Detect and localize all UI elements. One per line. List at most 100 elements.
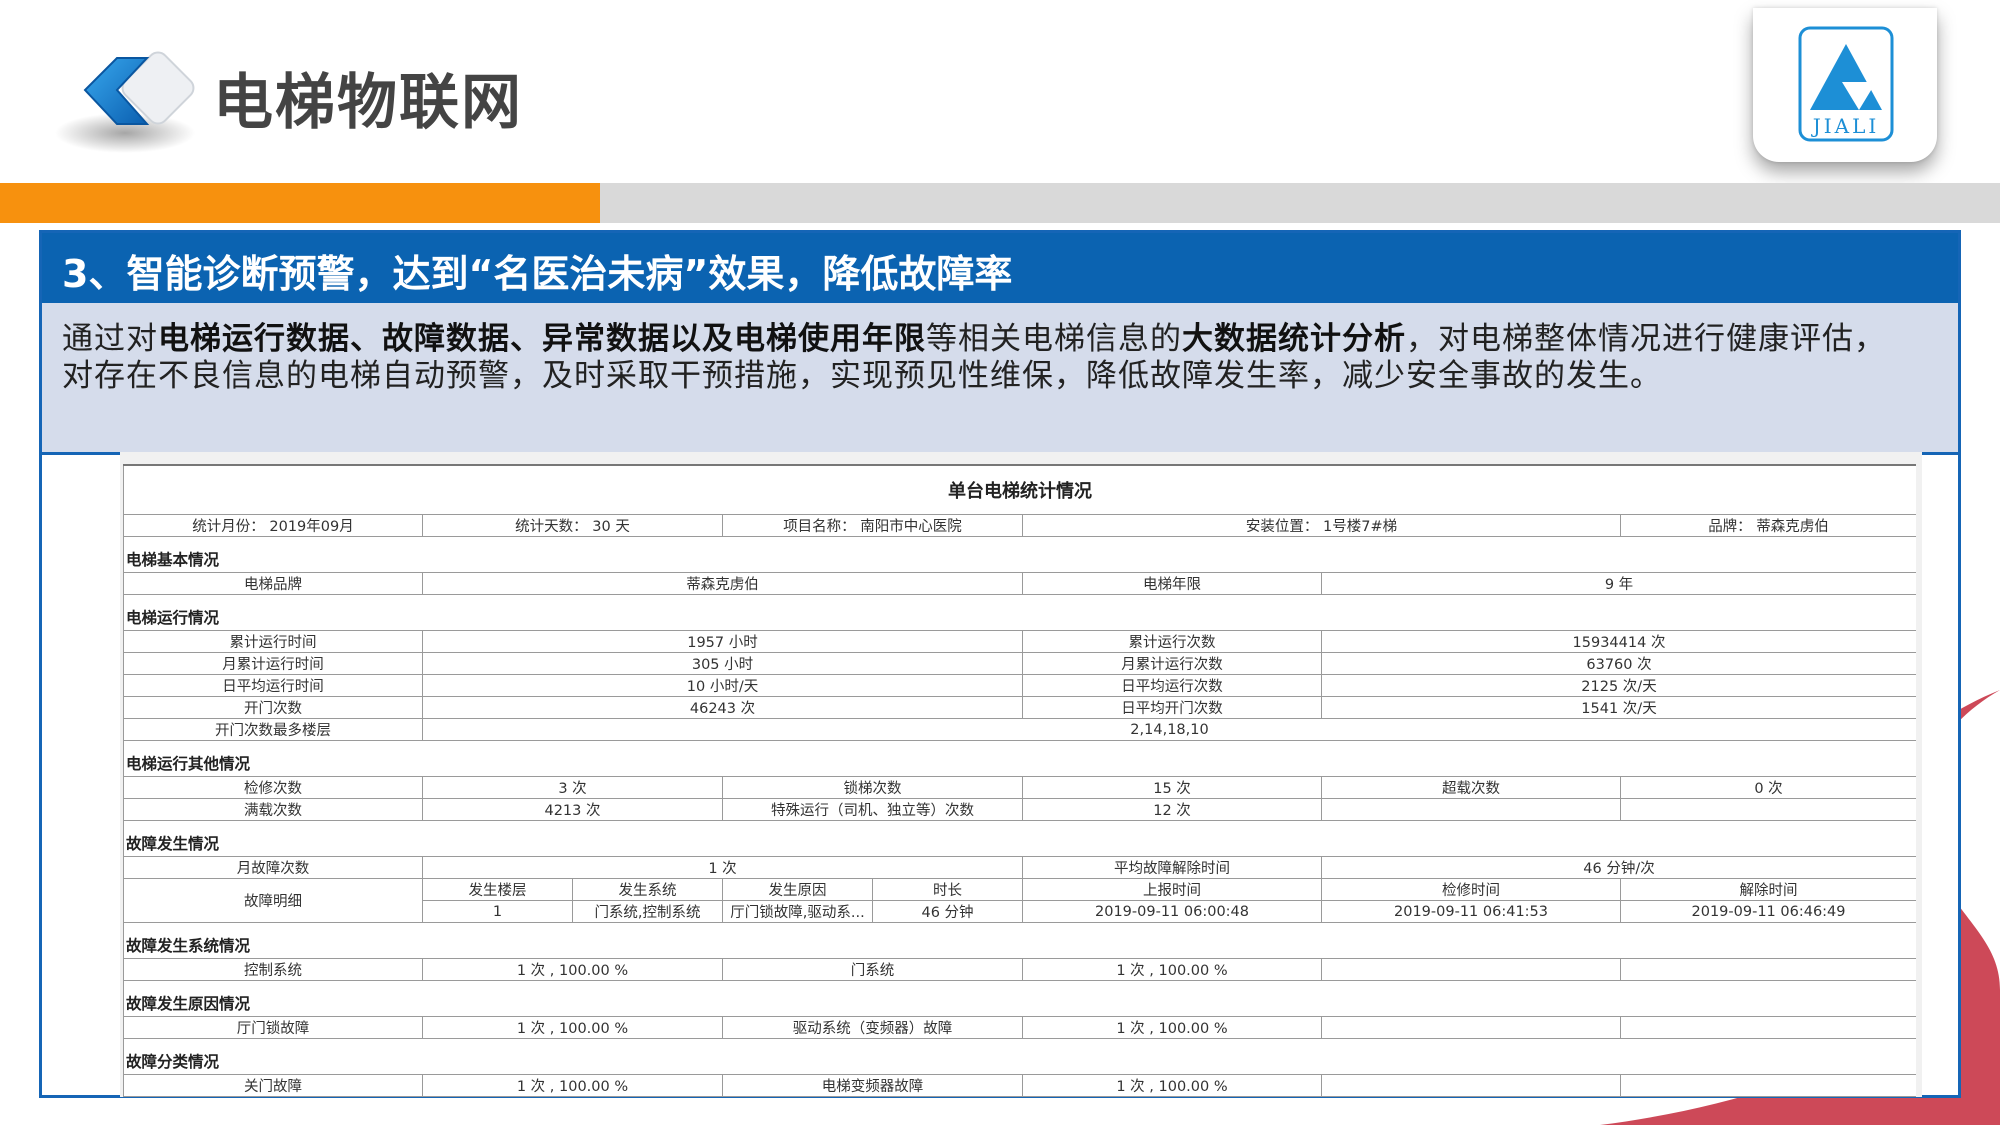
cell-label: 关门故障 [123, 1074, 423, 1097]
desc-bold: 电梯运行数据、故障数据、异常数据以及电梯使用年限 [158, 321, 926, 357]
meta-project: 项目名称： 南阳市中心医院 [722, 514, 1023, 537]
meta-month: 统计月份： 2019年09月 [123, 514, 423, 537]
cell-value: 9 年 [1321, 572, 1916, 595]
cell-label: 门系统 [722, 958, 1023, 981]
cell-label: 日平均运行次数 [1022, 674, 1322, 697]
report-screenshot: 单台电梯统计情况 统计月份： 2019年09月 统计天数： 30 天 项目名称：… [120, 452, 1922, 1097]
statistics-table: 单台电梯统计情况 统计月份： 2019年09月 统计天数： 30 天 项目名称：… [123, 464, 1916, 1097]
desc-text: 等相关电梯信息的 [926, 321, 1182, 357]
cell-value: 0 次 [1620, 776, 1916, 799]
cell-value: 1957 小时 [422, 630, 1023, 653]
section-heading: 故障发生系统情况 [123, 922, 1916, 959]
cell-value: 2019-09-11 06:41:53 [1321, 900, 1621, 923]
report-panel: 单台电梯统计情况 统计月份： 2019年09月 统计天数： 30 天 项目名称：… [123, 464, 1916, 1097]
cell-value: 1 [422, 900, 573, 923]
table-row: 累计运行时间 1957 小时 累计运行次数 15934414 次 [123, 630, 1916, 653]
cell-label: 故障明细 [123, 878, 423, 923]
meta-row: 统计月份： 2019年09月 统计天数： 30 天 项目名称： 南阳市中心医院 … [123, 514, 1916, 537]
column-header: 检修时间 [1321, 878, 1621, 901]
cell-label: 日平均开门次数 [1022, 696, 1322, 719]
cell-value: 1 次 , 100.00 % [422, 958, 723, 981]
jiali-logo: JIALI [1798, 26, 1894, 144]
desc-bold: 大数据统计分析 [1182, 321, 1406, 357]
section-heading: 故障发生原因情况 [123, 980, 1916, 1017]
section-heading: 电梯基本情况 [123, 536, 1916, 573]
section-heading: 故障分类情况 [123, 1038, 1916, 1075]
cell-value: 1 次 , 100.00 % [1022, 1074, 1322, 1097]
cell-value: 1 次 , 100.00 % [422, 1074, 723, 1097]
cell-label: 日平均运行时间 [123, 674, 423, 697]
cell-value: 2,14,18,10 [422, 718, 1916, 741]
table-row: 关门故障 1 次 , 100.00 % 电梯变频器故障 1 次 , 100.00… [123, 1074, 1916, 1097]
cell-empty [1321, 1016, 1621, 1039]
cell-empty [1620, 958, 1916, 981]
meta-brand: 品牌： 蒂森克虏伯 [1620, 514, 1916, 537]
cell-value: 305 小时 [422, 652, 1023, 675]
cell-label: 月累计运行次数 [1022, 652, 1322, 675]
cell-label: 开门次数 [123, 696, 423, 719]
cell-label: 检修次数 [123, 776, 423, 799]
table-row: 开门次数最多楼层 2,14,18,10 [123, 718, 1916, 741]
cell-label: 满载次数 [123, 798, 423, 821]
cell-value: 1 次 , 100.00 % [1022, 958, 1322, 981]
table-row: 故障明细 发生楼层 发生系统 发生原因 时长 上报时间 检修时间 解除时间 [123, 878, 1916, 923]
column-header: 上报时间 [1022, 878, 1322, 901]
cell-value: 2125 次/天 [1321, 674, 1916, 697]
cell-empty [1620, 1016, 1916, 1039]
cell-value: 15 次 [1022, 776, 1322, 799]
table-row: 检修次数 3 次 锁梯次数 15 次 超载次数 0 次 [123, 776, 1916, 799]
table-row: 控制系统 1 次 , 100.00 % 门系统 1 次 , 100.00 % [123, 958, 1916, 981]
cell-value: 厅门锁故障,驱动系... [722, 900, 873, 923]
meta-days: 统计天数： 30 天 [422, 514, 723, 537]
section-title: 3、智能诊断预警，达到“名医治未病”效果，降低故障率 [62, 252, 1013, 296]
table-row: 月累计运行时间 305 小时 月累计运行次数 63760 次 [123, 652, 1916, 675]
cell-value: 63760 次 [1321, 652, 1916, 675]
progress-fill [0, 183, 600, 223]
cell-value: 4213 次 [422, 798, 723, 821]
table-row: 开门次数 46243 次 日平均开门次数 1541 次/天 [123, 696, 1916, 719]
cell-label: 超载次数 [1321, 776, 1621, 799]
brand-card: JIALI [1753, 8, 1937, 162]
chevron-diamond-icon [55, 38, 215, 158]
table-row: 日平均运行时间 10 小时/天 日平均运行次数 2125 次/天 [123, 674, 1916, 697]
cell-value: 12 次 [1022, 798, 1322, 821]
report-title: 单台电梯统计情况 [123, 464, 1916, 515]
page-title: 电梯物联网 [213, 68, 523, 138]
cell-value: 门系统,控制系统 [572, 900, 723, 923]
cell-value: 1 次 , 100.00 % [422, 1016, 723, 1039]
desc-text: 通过对 [62, 321, 158, 357]
cell-label: 锁梯次数 [722, 776, 1023, 799]
cell-label: 厅门锁故障 [123, 1016, 423, 1039]
section-description: 通过对电梯运行数据、故障数据、异常数据以及电梯使用年限等相关电梯信息的大数据统计… [42, 303, 1958, 455]
cell-empty [1321, 1074, 1621, 1097]
cell-value: 10 小时/天 [422, 674, 1023, 697]
cell-empty [1620, 1074, 1916, 1097]
section-heading: 电梯运行情况 [123, 594, 1916, 631]
table-row: 厅门锁故障 1 次 , 100.00 % 驱动系统（变频器）故障 1 次 , 1… [123, 1016, 1916, 1039]
cell-empty [1321, 798, 1621, 821]
section-heading: 故障发生情况 [123, 820, 1916, 857]
cell-label: 驱动系统（变频器）故障 [722, 1016, 1023, 1039]
cell-label: 月故障次数 [123, 856, 423, 879]
cell-label: 月累计运行时间 [123, 652, 423, 675]
table-row: 月故障次数 1 次 平均故障解除时间 46 分钟/次 [123, 856, 1916, 879]
table-row: 电梯品牌 蒂森克虏伯 电梯年限 9 年 [123, 572, 1916, 595]
column-header: 时长 [872, 878, 1023, 901]
column-header: 发生原因 [722, 878, 873, 901]
cell-value: 2019-09-11 06:00:48 [1022, 900, 1322, 923]
brand-logo-text: JIALI [1812, 114, 1880, 138]
cell-label: 平均故障解除时间 [1022, 856, 1322, 879]
cell-value: 2019-09-11 06:46:49 [1620, 900, 1916, 923]
cell-value: 3 次 [422, 776, 723, 799]
cell-label: 电梯品牌 [123, 572, 423, 595]
cell-value: 46243 次 [422, 696, 1023, 719]
cell-empty [1620, 798, 1916, 821]
header-progress-bar [0, 183, 2000, 223]
cell-label: 开门次数最多楼层 [123, 718, 423, 741]
column-header: 发生楼层 [422, 878, 573, 901]
cell-label: 累计运行时间 [123, 630, 423, 653]
cell-value: 46 分钟 [872, 900, 1023, 923]
table-row: 满载次数 4213 次 特殊运行（司机、独立等）次数 12 次 [123, 798, 1916, 821]
cell-label: 电梯年限 [1022, 572, 1322, 595]
cell-empty [1321, 958, 1621, 981]
